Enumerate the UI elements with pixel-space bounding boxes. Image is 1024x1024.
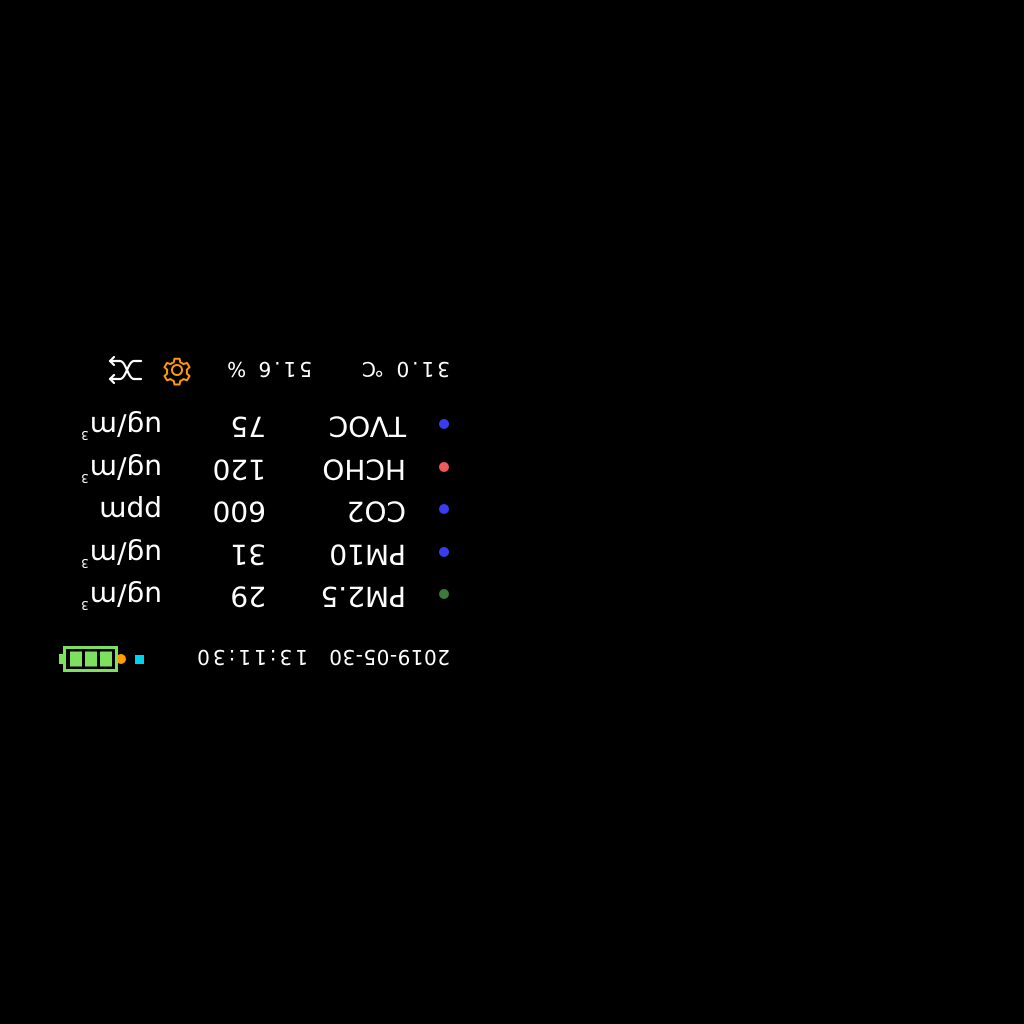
reading-status-dot	[439, 462, 449, 472]
reading-unit: ug/m3	[81, 410, 162, 443]
reading-status-dot	[439, 504, 449, 514]
battery-cell	[85, 651, 97, 667]
reading-row-co2: CO2 600 ppm	[50, 490, 470, 530]
reading-name: PM2.5	[320, 580, 406, 613]
reading-name: CO2	[346, 495, 406, 528]
date-display: 2019-05-30	[328, 645, 450, 669]
reading-value: 600	[212, 495, 266, 528]
reading-name: TVOC	[328, 410, 406, 443]
gear-icon[interactable]	[160, 353, 194, 387]
reading-status-dot	[439, 589, 449, 599]
time-display: 13:11:30	[194, 645, 308, 669]
temperature-display: 31.0 ℃	[358, 357, 450, 381]
reading-unit: ug/m3	[81, 538, 162, 571]
reading-status-dot	[439, 547, 449, 557]
battery-icon	[59, 646, 118, 672]
reading-value: 31	[230, 538, 266, 571]
reading-value: 75	[230, 410, 266, 443]
status-square-indicator	[135, 655, 144, 664]
reading-unit: ug/m3	[81, 453, 162, 486]
reading-row-pm25: PM2.5 29 ug/m3	[50, 575, 470, 615]
reading-row-hcho: HCHO 120 ug/m3	[50, 448, 470, 488]
humidity-display: 51.6 %	[224, 357, 312, 381]
reading-status-dot	[439, 419, 449, 429]
device-screen: 2019-05-30 13:11:30 PM2.5 29 ug/m3 PM10 …	[50, 340, 470, 685]
reading-unit: ppm	[99, 495, 162, 528]
reading-unit: ug/m3	[81, 580, 162, 613]
shuffle-icon[interactable]	[106, 353, 144, 387]
reading-name: HCHO	[322, 453, 406, 486]
reading-row-pm10: PM10 31 ug/m3	[50, 533, 470, 573]
reading-row-tvoc: TVOC 75 ug/m3	[50, 405, 470, 445]
reading-value: 120	[212, 453, 266, 486]
reading-name: PM10	[329, 538, 406, 571]
battery-cell	[100, 651, 112, 667]
reading-value: 29	[230, 580, 266, 613]
battery-cell	[70, 651, 82, 667]
